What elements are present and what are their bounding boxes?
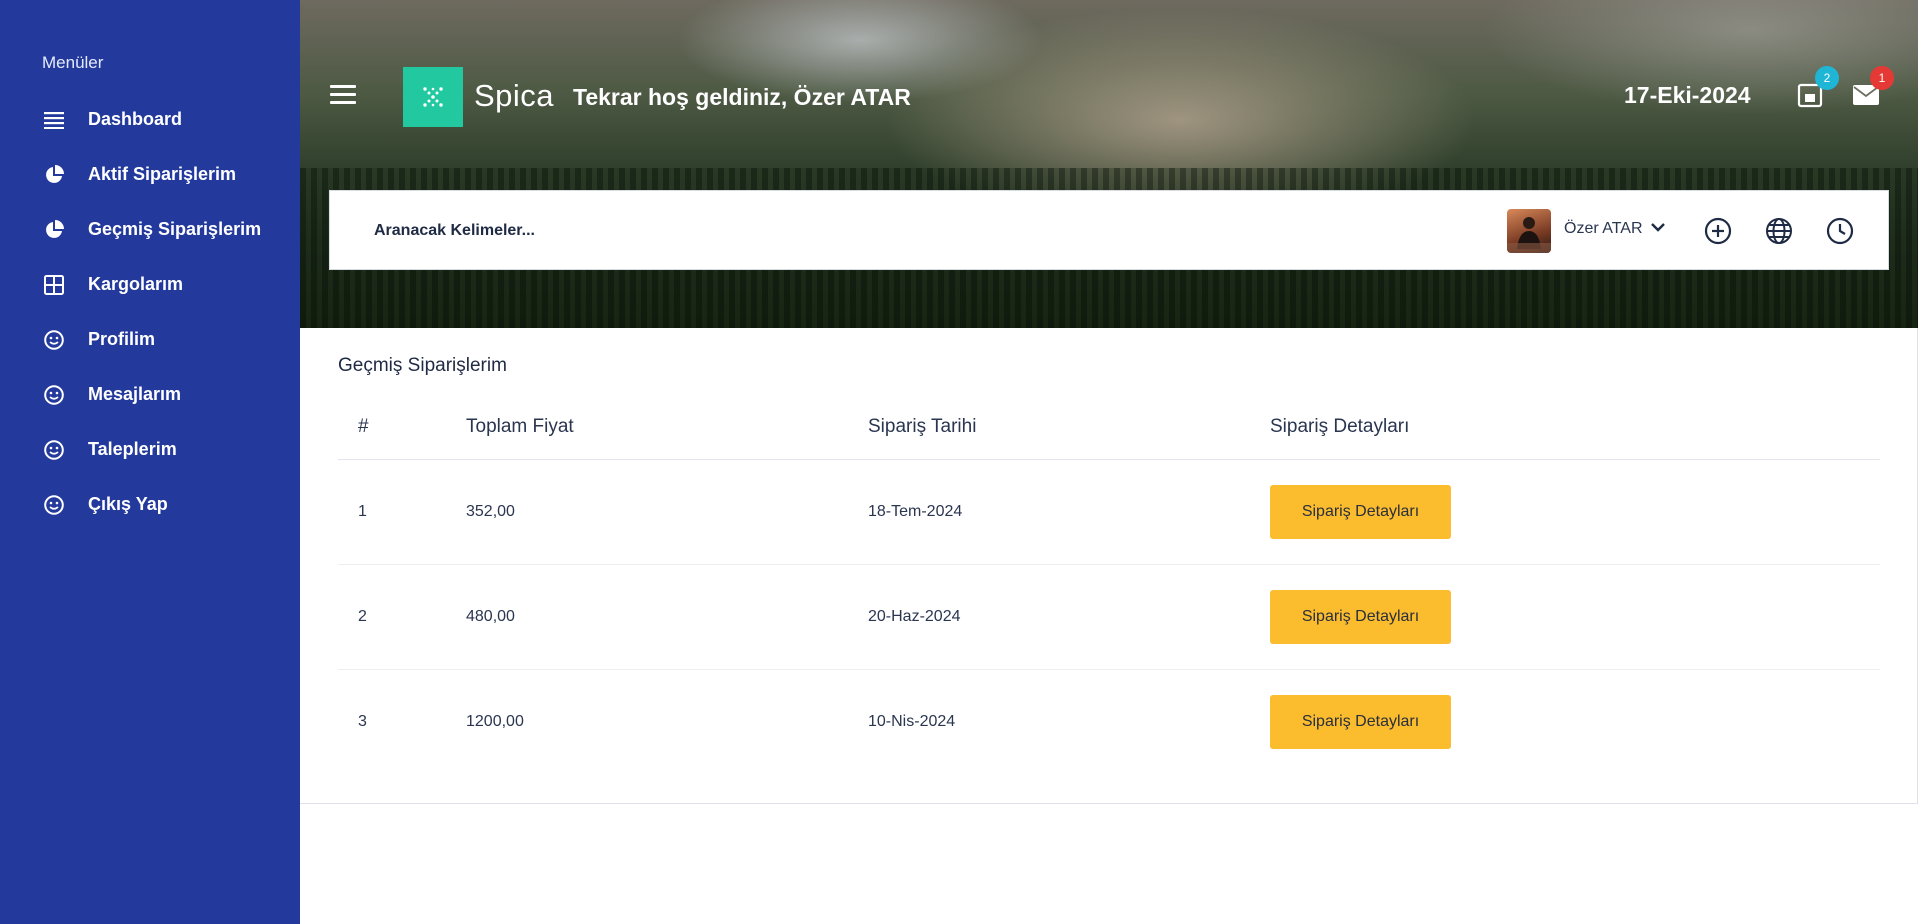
cart-badge: 2 <box>1815 66 1839 90</box>
user-name[interactable]: Özer ATAR <box>1564 220 1643 238</box>
table-row: 3 1200,00 10-Nis-2024 Sipariş Detayları <box>338 669 1880 774</box>
menu-title: Menüler <box>42 53 104 72</box>
orders-table: # Toplam Fiyat Sipariş Tarihi Sipariş De… <box>338 395 1880 774</box>
order-number: 2 <box>338 564 466 670</box>
sidebar-nav: Dashboard Aktif Siparişlerim Geçmiş Sipa… <box>0 92 300 532</box>
order-details-button[interactable]: Sipariş Detayları <box>1270 589 1451 644</box>
grid-icon <box>42 273 66 297</box>
sidebar-item-active-orders[interactable]: Aktif Siparişlerim <box>0 147 300 202</box>
pie-chart-icon <box>42 218 66 242</box>
sidebar: Menüler Dashboard Aktif Siparişlerim Geç… <box>0 0 300 924</box>
table-row: 2 480,00 20-Haz-2024 Sipariş Detayları <box>338 564 1880 670</box>
smiley-icon <box>42 438 66 462</box>
sidebar-item-past-orders[interactable]: Geçmiş Siparişlerim <box>0 202 300 257</box>
add-icon[interactable] <box>1704 217 1732 245</box>
search-bar: Özer ATAR <box>329 190 1889 270</box>
smiley-icon <box>42 493 66 517</box>
brand-name[interactable]: Spica <box>474 78 554 114</box>
pie-chart-icon <box>42 163 66 187</box>
hero-background <box>300 0 1918 328</box>
order-details-cell: Sipariş Detayları <box>1270 669 1880 774</box>
order-total: 352,00 <box>466 459 868 565</box>
sidebar-item-label: Kargolarım <box>88 274 184 294</box>
sidebar-item-requests[interactable]: Taleplerim <box>0 422 300 477</box>
sidebar-item-cargo[interactable]: Kargolarım <box>0 257 300 312</box>
sidebar-item-label: Mesajlarım <box>88 384 182 404</box>
globe-icon[interactable] <box>1765 217 1793 245</box>
smiley-icon <box>42 383 66 407</box>
order-details-cell: Sipariş Detayları <box>1270 459 1880 565</box>
sidebar-item-messages[interactable]: Mesajlarım <box>0 367 300 422</box>
search-input[interactable] <box>374 215 974 247</box>
sidebar-item-label: Geçmiş Siparişlerim <box>88 219 262 239</box>
chevron-down-icon[interactable] <box>1650 219 1668 237</box>
welcome-message: Tekrar hoş geldiniz, Özer ATAR <box>573 84 911 110</box>
sidebar-item-dashboard[interactable]: Dashboard <box>0 92 300 147</box>
cart-button[interactable]: 2 <box>1797 66 1839 110</box>
column-header-total-price: Toplam Fiyat <box>466 395 868 460</box>
sidebar-item-label: Profilim <box>88 329 156 349</box>
current-date: 17-Eki-2024 <box>1624 82 1751 108</box>
mail-button[interactable]: 1 <box>1852 66 1894 110</box>
table-header-row: # Toplam Fiyat Sipariş Tarihi Sipariş De… <box>338 395 1880 460</box>
list-icon <box>42 108 66 132</box>
spica-logo-icon[interactable] <box>403 67 463 127</box>
mail-badge: 1 <box>1870 66 1894 90</box>
order-total: 480,00 <box>466 564 868 670</box>
order-details-button[interactable]: Sipariş Detayları <box>1270 694 1451 749</box>
order-date: 18-Tem-2024 <box>868 459 1270 565</box>
sidebar-item-profile[interactable]: Profilim <box>0 312 300 367</box>
order-date: 10-Nis-2024 <box>868 712 956 730</box>
order-details-cell: Sipariş Detayları <box>1270 564 1880 670</box>
menu-toggle-icon[interactable] <box>330 85 356 105</box>
avatar[interactable] <box>1507 209 1551 253</box>
sidebar-item-label: Aktif Siparişlerim <box>88 164 237 184</box>
order-date: 20-Haz-2024 <box>868 564 1270 670</box>
column-header-order-details: Sipariş Detayları <box>1270 395 1880 460</box>
column-header-number: # <box>338 395 466 460</box>
sidebar-item-label: Dashboard <box>88 109 183 129</box>
order-total: 1200,00 <box>466 712 524 730</box>
table-row: 1 352,00 18-Tem-2024 Sipariş Detayları <box>338 459 1880 565</box>
clock-icon[interactable] <box>1826 217 1854 245</box>
sidebar-item-logout[interactable]: Çıkış Yap <box>0 477 300 532</box>
sidebar-item-label: Çıkış Yap <box>88 494 168 514</box>
order-details-button[interactable]: Sipariş Detayları <box>1270 484 1451 539</box>
sidebar-item-label: Taleplerim <box>88 439 177 459</box>
page-title: Geçmiş Siparişlerim <box>338 355 507 376</box>
order-number: 3 <box>358 712 367 730</box>
column-header-order-date: Sipariş Tarihi <box>868 395 1270 460</box>
smiley-icon <box>42 328 66 352</box>
order-number: 1 <box>338 459 466 565</box>
